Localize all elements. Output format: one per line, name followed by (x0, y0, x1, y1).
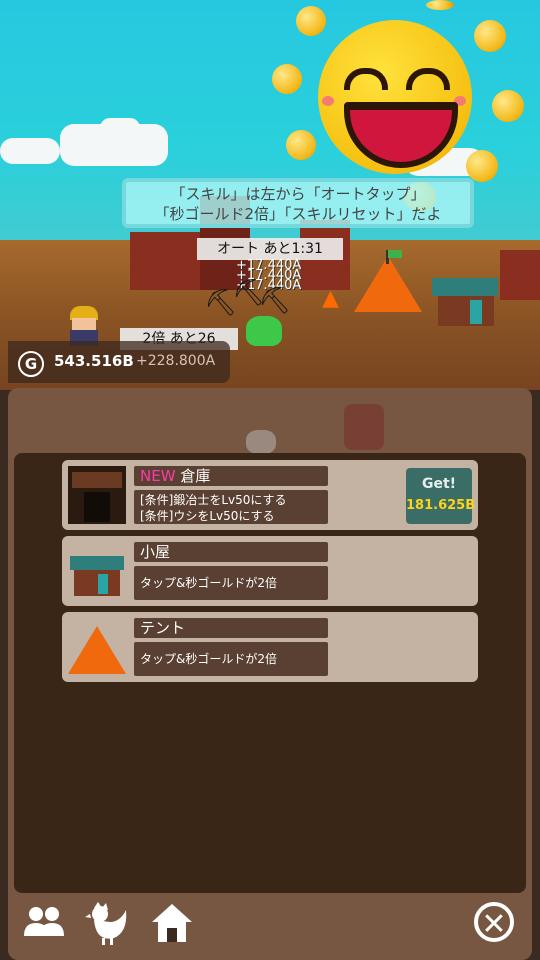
gold-orb[interactable] (474, 20, 506, 52)
hint-line-1: 「スキル」は左から「オートタップ」 (170, 185, 426, 203)
hint-line-2: 「秒ゴールド2倍」「スキルリセット」だよ (154, 205, 442, 223)
smiling-sun-character[interactable] (318, 20, 472, 174)
sun-mouth (344, 102, 458, 168)
condition-line: [条件]鍛冶士をLv50にする (140, 493, 287, 507)
gold-orb[interactable] (426, 0, 454, 10)
gold-orb[interactable] (492, 90, 524, 122)
cloud (100, 118, 140, 138)
warehouse-roof (72, 472, 122, 488)
chicken-icon[interactable] (84, 900, 130, 946)
tent-icon-shape (68, 626, 126, 674)
house-icon[interactable] (150, 902, 194, 944)
people-icon[interactable] (22, 904, 66, 940)
flag-icon (388, 250, 402, 258)
gold-orb[interactable] (466, 150, 498, 182)
green-bird-character[interactable] (246, 316, 282, 346)
sun-cheek (322, 96, 334, 106)
gold-orb[interactable] (286, 130, 316, 160)
cloud (0, 138, 60, 164)
hut-icon (68, 542, 126, 600)
item-title: 小屋 (134, 542, 328, 562)
get-button[interactable]: Get! 181.625B (406, 468, 476, 524)
mesa-rock (130, 232, 200, 290)
gold-orb[interactable] (272, 64, 302, 94)
sun-eye (406, 68, 450, 90)
hut-icon-body (74, 570, 120, 596)
hut-door (470, 300, 482, 324)
gold-amount: 543.516B (54, 352, 134, 370)
item-conditions: [条件]鍛冶士をLv50にする [条件]ウシをLv50にする (134, 490, 328, 524)
gold-per-second: +228.800A (136, 353, 216, 369)
item-name: 倉庫 (180, 467, 211, 485)
tent-icon (68, 618, 126, 676)
item-description: タップ&秒ゴールドが2倍 (134, 566, 328, 600)
hint-speech-bubble: 「スキル」は左から「オートタップ」 「秒ゴールド2倍」「スキルリセット」だよ (122, 178, 474, 228)
hut-building[interactable] (438, 296, 494, 326)
mesa-rock (500, 250, 540, 300)
tent-building[interactable] (354, 256, 422, 312)
item-name: 小屋 (140, 543, 171, 561)
warehouse-door (84, 492, 110, 522)
close-button[interactable]: ✕ (474, 902, 514, 942)
faded-character (344, 404, 384, 450)
hut-icon-roof (70, 556, 124, 570)
campfire-icon: ▲ (322, 286, 339, 311)
item-description: タップ&秒ゴールドが2倍 (134, 642, 328, 676)
pickaxe-icon: ⛏ (258, 286, 292, 316)
new-badge: NEW (140, 467, 176, 485)
miner-character[interactable] (64, 306, 104, 346)
get-button-price: 181.625B (406, 498, 476, 513)
faded-chicken (246, 430, 276, 454)
hut-icon-door (98, 574, 108, 594)
item-name: テント (140, 619, 186, 637)
sun-eye (344, 68, 388, 90)
item-title: テント (134, 618, 328, 638)
warehouse-icon (68, 466, 126, 524)
get-button-label: Get! (421, 476, 457, 492)
gold-orb[interactable] (296, 6, 326, 36)
auto-tap-timer: オート あと1:31 (197, 238, 343, 260)
hut-roof (432, 278, 498, 296)
condition-line: [条件]ウシをLv50にする (140, 509, 275, 523)
item-title: NEW 倉庫 (134, 466, 328, 486)
gold-coin-icon: G (18, 351, 44, 377)
